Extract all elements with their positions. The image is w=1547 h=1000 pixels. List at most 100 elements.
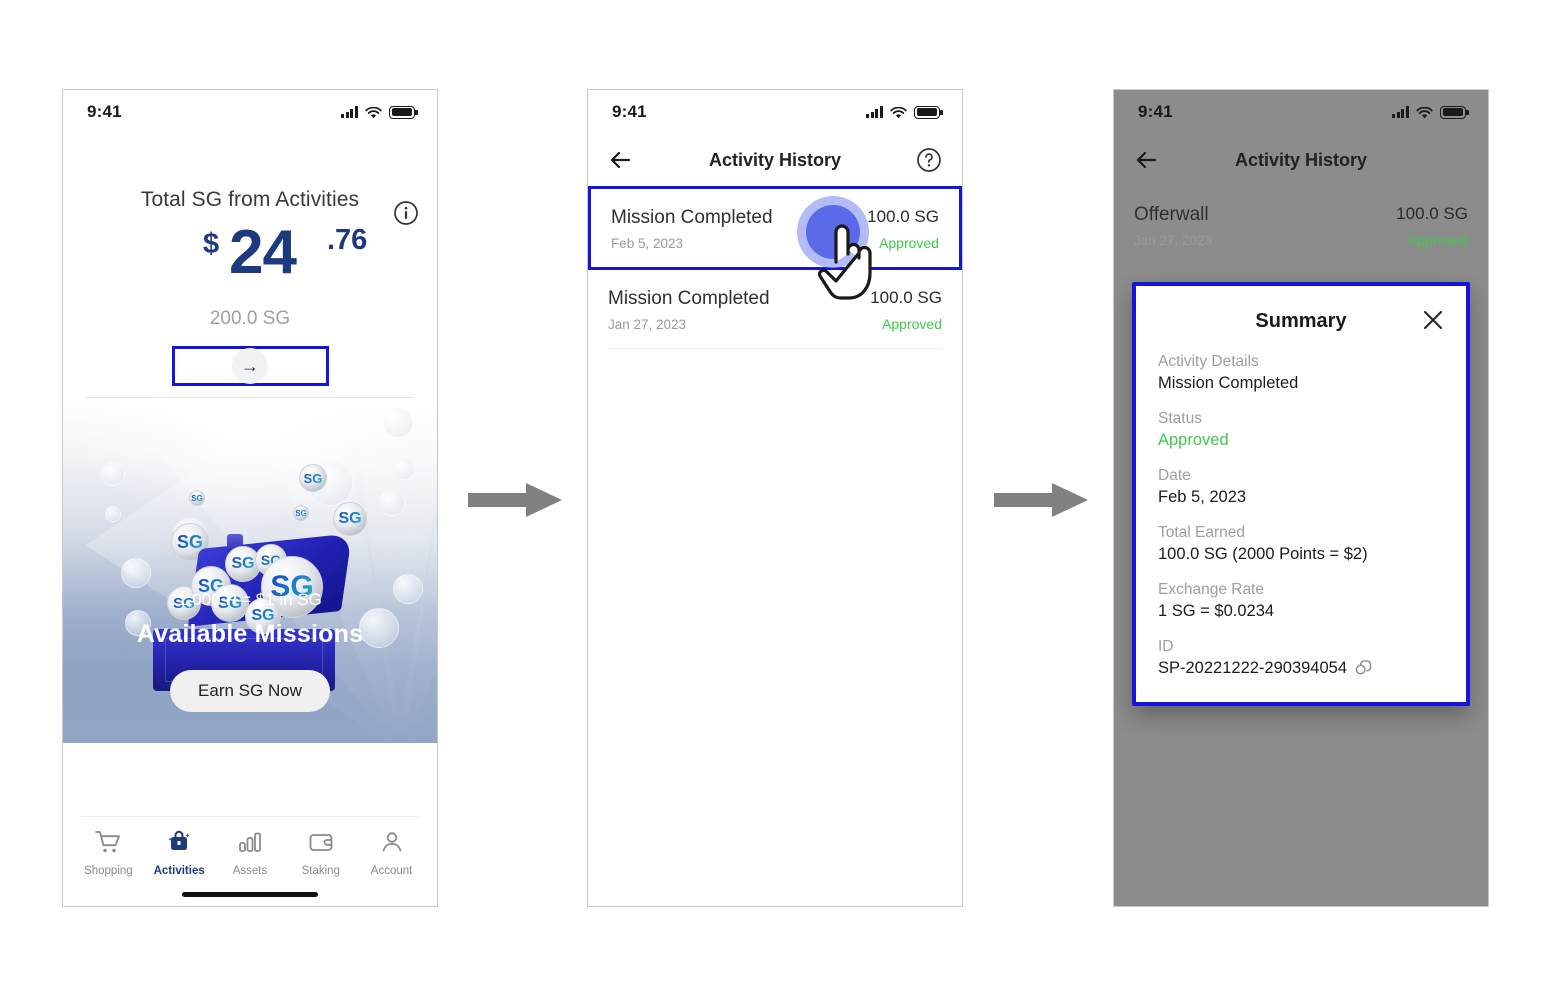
back-arrow-icon[interactable] [608,148,632,172]
nav-label: Shopping [84,865,133,877]
phone-screen-activity-history: 9:41 Activity History Mission Completed … [587,89,963,907]
cellular-signal-icon [866,106,883,118]
cart-icon [94,829,122,860]
summary-modal: Summary Activity Details Mission Complet… [1132,282,1470,706]
status-bar-time: 9:41 [1138,102,1173,121]
row-left: Mission Completed Jan 27, 2023 [608,288,770,332]
available-missions-title: Available Missions [136,620,364,648]
back-arrow-icon[interactable] [1134,148,1158,172]
balance-section: Total SG from Activities $ 24 .76 200.0 … [63,188,437,330]
wifi-icon [1416,106,1433,119]
status-bar: 9:41 [588,90,962,134]
field-label: Total Earned [1158,524,1246,541]
phone-screen-summary-modal: 9:41 Activity History Offerwall Jan 27, … [1113,89,1489,907]
row-right: 100.0 SG Approved [1396,204,1468,248]
total-amount: $ 24 .76 [83,218,417,294]
status-bar-icons [341,105,418,119]
row-right: 100.0 SG Approved [870,288,942,332]
nav-item-assets[interactable]: Assets [216,829,284,877]
modal-title: Summary [1255,309,1347,332]
field-label: Activity Details [1158,353,1259,370]
field-value: 100.0 SG (2000 Points = $2) [1158,545,1368,563]
points-rate-text: 1,000 P = $1 in SG [178,590,322,609]
earn-sg-now-button[interactable]: Earn SG Now [170,670,330,712]
nav-item-staking[interactable]: Staking [287,829,355,877]
status-bar-time: 9:41 [612,102,647,121]
wallet-icon [307,829,335,860]
amount-integer: 24 [229,218,297,287]
status-bar-icons [866,105,943,119]
flow-canvas: 9:41 Total SG from Activities $ 24 .76 2… [0,0,1547,1000]
field-status: Status Approved [1158,410,1444,450]
flow-connector-2 [994,480,1090,520]
right-arrow-icon: → [232,348,268,384]
home-indicator [182,892,318,897]
activity-title: Mission Completed [608,288,770,309]
nav-label: Assets [232,865,268,877]
help-circle-icon[interactable] [916,147,942,173]
nav-item-shopping[interactable]: Shopping [74,829,142,877]
nav-label: Activities [153,865,205,877]
field-value: 1 SG = $0.0234 [1158,602,1275,620]
missions-banner: SG SG SG SG SG SG SG SG SG SG SG SG 1,00… [63,398,437,743]
table-row[interactable]: Offerwall Jan 27, 2023 100.0 SG Approved [1114,186,1488,264]
activity-amount: 100.0 SG [867,207,939,226]
activity-title: Mission Completed [611,207,773,228]
app-bar: Activity History [1114,134,1488,186]
activity-amount: 100.0 SG [1396,204,1468,223]
table-row[interactable]: Mission Completed Feb 5, 2023 100.0 SG A… [588,186,962,270]
field-label: Date [1158,467,1191,484]
row-divider [608,348,942,349]
bottom-nav: Shopping Activities Assets Staking Accou… [63,816,437,906]
view-history-button[interactable]: → [171,346,329,386]
sg-coin-icon: SG [189,490,205,506]
nav-item-activities[interactable]: Activities [145,829,213,877]
field-activity-details: Activity Details Mission Completed [1158,353,1444,393]
battery-icon [1440,105,1469,119]
page-title: Activity History [1234,149,1368,170]
field-value: Mission Completed [1158,374,1299,392]
battery-icon [914,105,943,119]
nav-label: Staking [301,865,340,877]
wifi-icon [365,106,382,119]
row-right: 100.0 SG Approved [867,207,939,251]
info-icon[interactable] [393,200,419,226]
close-x-icon[interactable] [1422,309,1444,331]
copy-icon[interactable] [1355,660,1372,677]
field-total-earned: Total Earned 100.0 SG (2000 Points = $2) [1158,524,1444,564]
field-exchange-rate: Exchange Rate 1 SG = $0.0234 [1158,581,1444,621]
status-badge: Approved [879,235,939,251]
status-bar: 9:41 [63,90,437,134]
sg-balance: 200.0 SG [209,308,291,329]
activity-amount: 100.0 SG [870,288,942,307]
row-left: Mission Completed Feb 5, 2023 [611,207,773,251]
field-label: Status [1158,410,1202,427]
cellular-signal-icon [341,106,358,118]
field-id: ID SP-20221222-290394054 [1158,638,1444,678]
app-bar: Activity History [588,134,962,186]
activities-bag-icon [165,829,193,860]
activity-title: Offerwall [1134,204,1209,225]
sg-coin-icon: SG [293,505,309,521]
amount-decimal: .76 [327,224,368,256]
activity-date: Feb 5, 2023 [611,236,684,251]
field-value: Approved [1158,431,1229,449]
field-value: SP-20221222-290394054 [1158,659,1348,677]
wifi-icon [890,106,907,119]
page-title: Activity History [708,149,842,170]
person-icon [378,829,406,860]
nav-item-account[interactable]: Account [358,829,426,877]
field-label: ID [1158,638,1174,655]
status-badge: Approved [1408,232,1468,248]
page-title: Total SG from Activities [140,188,360,211]
nav-label: Account [370,865,413,877]
activity-date: Jan 27, 2023 [1134,233,1213,248]
status-badge: Approved [882,316,942,332]
history-link-wrap: → [63,346,437,386]
field-date: Date Feb 5, 2023 [1158,467,1444,507]
field-id-row: SP-20221222-290394054 [1158,659,1444,678]
status-bar-time: 9:41 [87,102,122,121]
battery-icon [389,105,418,119]
sg-coin-icon: SG [333,502,367,536]
table-row[interactable]: Mission Completed Jan 27, 2023 100.0 SG … [588,270,962,348]
